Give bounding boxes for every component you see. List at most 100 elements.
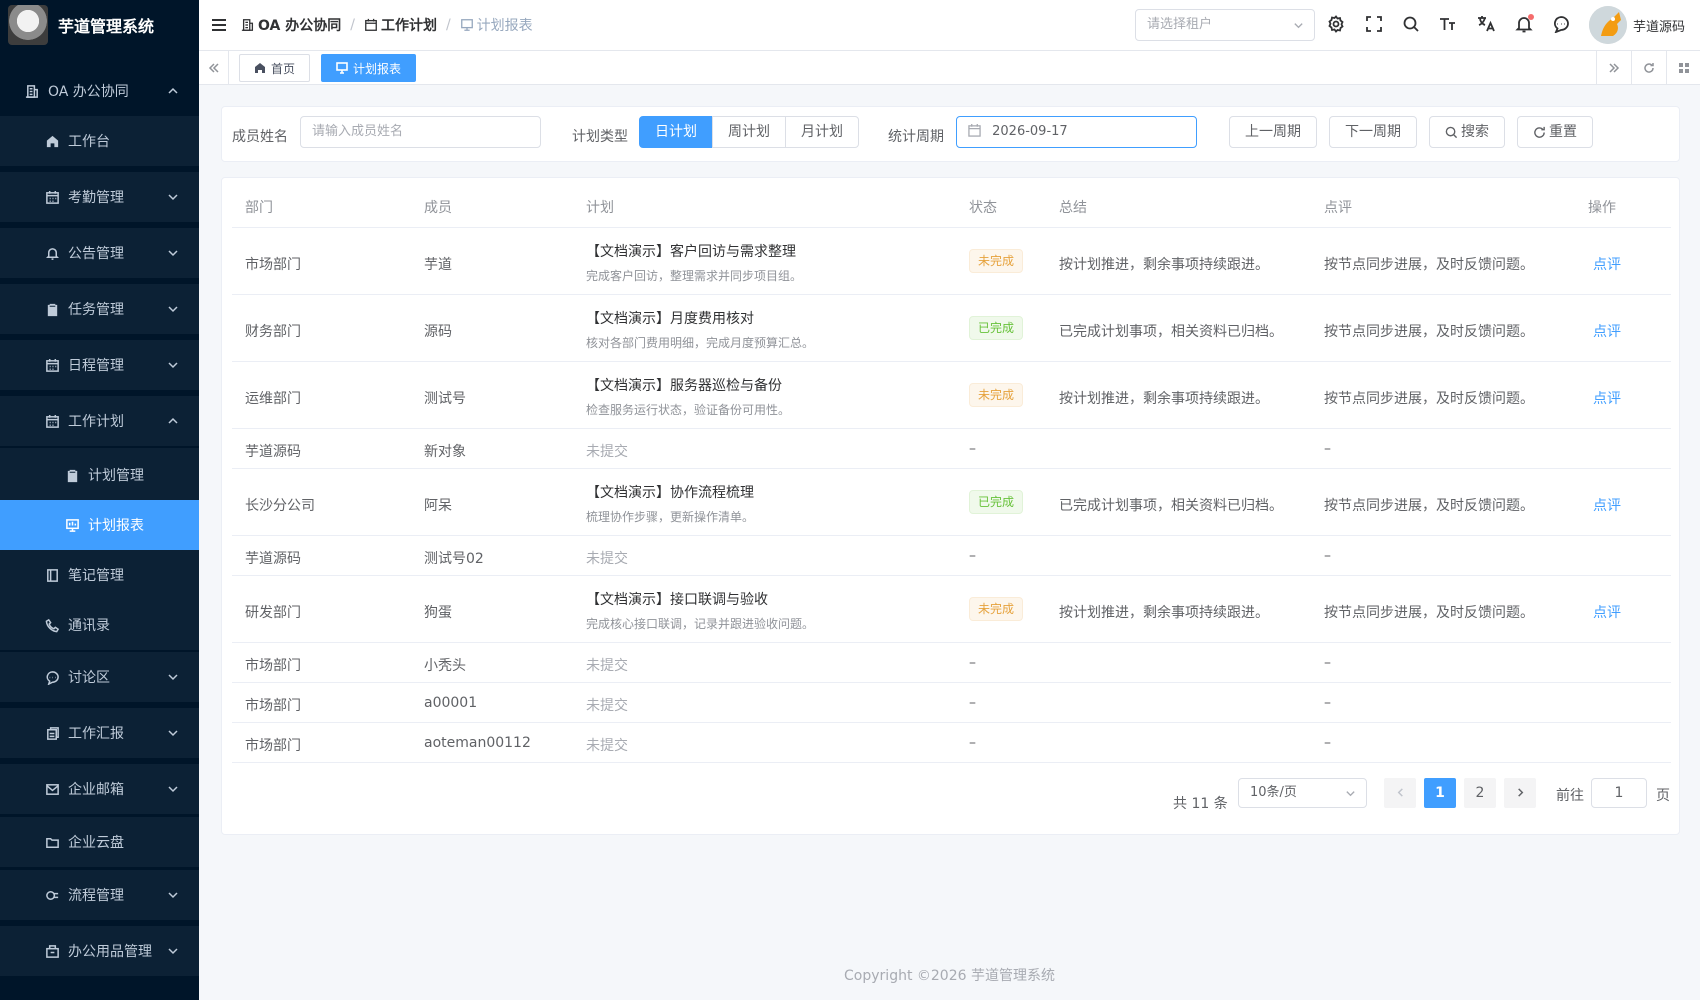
tag-home[interactable]: 首页 xyxy=(239,54,311,82)
cell-review: 按节点同步进展，及时反馈问题。 xyxy=(1324,257,1534,273)
cell-plan-title: 未提交 xyxy=(586,444,628,460)
refresh-button[interactable] xyxy=(1631,51,1666,84)
cell-review: – xyxy=(1324,441,1331,457)
building-icon xyxy=(241,19,254,31)
cell-plan-desc: 梳理协作步骤，更新操作清单。 xyxy=(586,510,755,524)
tag-plan-report[interactable]: 计划报表 xyxy=(321,54,417,82)
chevron-right-icon xyxy=(1517,788,1523,797)
next-period-button[interactable]: 下一周期 xyxy=(1329,116,1417,148)
cell-summary: 已完成计划事项，相关资料已归档。 xyxy=(1059,498,1283,514)
sidebar-item-label: 工作台 xyxy=(68,134,110,150)
scroll-left-button[interactable] xyxy=(199,51,229,84)
breadcrumb: OA 办公协同 / 工作计划 / 计划报表 xyxy=(241,15,533,35)
sidebar-item-schedule[interactable]: 日程管理 xyxy=(0,340,199,390)
sidebar-item-plan-manage[interactable]: 计划管理 xyxy=(0,450,199,500)
cell-dept: 芋道源码 xyxy=(245,444,301,460)
cell-review: 按节点同步进展，及时反馈问题。 xyxy=(1324,324,1534,340)
cell-plan-title: 【文档演示】月度费用核对 xyxy=(586,311,754,327)
logo[interactable]: 芋道管理系统 xyxy=(0,0,199,50)
font-size-icon[interactable] xyxy=(1439,15,1459,35)
calendar-icon xyxy=(968,124,981,137)
status-badge: 未完成 xyxy=(969,383,1024,407)
sidebar-item-work-plan[interactable]: 工作计划 xyxy=(0,396,199,446)
cell-dept: 市场部门 xyxy=(245,738,301,754)
page-number-button[interactable]: 1 xyxy=(1424,778,1456,808)
prev-page-button[interactable] xyxy=(1384,778,1416,808)
cell-dept: 长沙分公司 xyxy=(245,498,315,514)
bell-icon[interactable] xyxy=(1515,14,1535,35)
sidebar-item-discussion[interactable]: 讨论区 xyxy=(0,652,199,702)
goto-page-input[interactable]: 1 xyxy=(1591,778,1647,808)
plan-type-daily[interactable]: 日计划 xyxy=(639,116,713,148)
monitor-icon xyxy=(64,517,80,533)
cell-status: – xyxy=(969,548,976,564)
user-name[interactable]: 芋道源码 xyxy=(1633,16,1685,35)
search-icon[interactable] xyxy=(1402,15,1422,35)
breadcrumb-item[interactable]: OA 办公协同 xyxy=(241,15,341,35)
page-size-select[interactable]: 10条/页 xyxy=(1238,778,1367,808)
reset-button[interactable]: 重置 xyxy=(1517,116,1593,148)
monitor-icon xyxy=(460,19,473,31)
sidebar-item-oa[interactable]: OA 办公协同 xyxy=(0,66,199,116)
review-link[interactable]: 点评 xyxy=(1593,321,1621,341)
message-icon[interactable] xyxy=(1552,15,1572,35)
scroll-right-button[interactable] xyxy=(1596,51,1631,84)
plan-type-weekly[interactable]: 周计划 xyxy=(712,116,786,148)
sidebar-item-cloud-disk[interactable]: 企业云盘 xyxy=(0,817,199,867)
table-header: 部门 成员 计划 状态 总结 点评 操作 xyxy=(232,178,1671,228)
sidebar-item-office-supplies[interactable]: 办公用品管理 xyxy=(0,926,199,976)
search-button[interactable]: 搜索 xyxy=(1429,116,1505,148)
sidebar-item-task[interactable]: 任务管理 xyxy=(0,284,199,334)
table-row: 运维部门 测试号 【文档演示】服务器巡检与备份 检查服务运行状态，验证备份可用性… xyxy=(232,362,1671,429)
status-badge: 未完成 xyxy=(969,597,1024,621)
chevron-down-icon xyxy=(1294,23,1303,29)
review-link[interactable]: 点评 xyxy=(1593,254,1621,274)
avatar-image xyxy=(1589,6,1627,44)
next-page-button[interactable] xyxy=(1504,778,1536,808)
avatar[interactable] xyxy=(1589,6,1627,44)
member-name-input[interactable]: 请输入成员姓名 xyxy=(300,116,541,148)
sidebar-item-label: 计划报表 xyxy=(88,518,144,534)
sidebar-item-plan-report[interactable]: 计划报表 xyxy=(0,500,199,550)
cell-review: – xyxy=(1324,695,1331,711)
settings-icon[interactable] xyxy=(1327,15,1347,35)
fullscreen-icon[interactable] xyxy=(1365,15,1385,35)
period-date-picker[interactable]: 2026-09-17 xyxy=(956,116,1197,148)
breadcrumb-item[interactable]: 工作计划 xyxy=(364,15,437,35)
calendar-icon xyxy=(44,189,60,205)
cell-dept: 市场部门 xyxy=(245,658,301,674)
sidebar-item-mail[interactable]: 企业邮箱 xyxy=(0,764,199,814)
chevron-down-icon xyxy=(1346,791,1355,797)
chat-icon xyxy=(44,669,60,685)
cell-review: – xyxy=(1324,655,1331,671)
review-link[interactable]: 点评 xyxy=(1593,602,1621,622)
page-number-button[interactable]: 2 xyxy=(1464,778,1496,808)
prev-period-button[interactable]: 上一周期 xyxy=(1229,116,1317,148)
button-label: 上一周期 xyxy=(1245,124,1301,140)
sidebar-item-label: 工作计划 xyxy=(68,414,124,430)
chevron-down-icon xyxy=(167,191,179,203)
sidebar-item-attendance[interactable]: 考勤管理 xyxy=(0,172,199,222)
review-link[interactable]: 点评 xyxy=(1593,388,1621,408)
cell-summary: 按计划推进，剩余事项持续跟进。 xyxy=(1059,257,1269,273)
button-label: 搜索 xyxy=(1461,124,1489,140)
cell-member: 测试号02 xyxy=(424,551,484,567)
search-icon xyxy=(1445,126,1458,138)
copyright-footer: Copyright ©2026 芋道管理系统 xyxy=(844,968,1055,984)
sidebar-item-process[interactable]: 流程管理 xyxy=(0,870,199,920)
sidebar-item-notes[interactable]: 笔记管理 xyxy=(0,550,199,600)
sidebar-item-announcement[interactable]: 公告管理 xyxy=(0,228,199,278)
status-badge: 未完成 xyxy=(969,249,1024,273)
cell-dept: 运维部门 xyxy=(245,391,301,407)
cell-plan-title: 未提交 xyxy=(586,658,628,674)
hamburger-icon[interactable] xyxy=(211,17,227,33)
sidebar-item-workbench[interactable]: 工作台 xyxy=(0,116,199,166)
tags-menu-button[interactable] xyxy=(1666,51,1700,84)
sidebar-item-work-report[interactable]: 工作汇报 xyxy=(0,708,199,758)
cell-member: aoteman00112 xyxy=(424,735,531,751)
plan-type-monthly[interactable]: 月计划 xyxy=(785,116,859,148)
tenant-select[interactable]: 请选择租户 xyxy=(1135,9,1315,41)
translate-icon[interactable] xyxy=(1477,15,1497,35)
sidebar-item-contacts[interactable]: 通讯录 xyxy=(0,600,199,650)
review-link[interactable]: 点评 xyxy=(1593,495,1621,515)
